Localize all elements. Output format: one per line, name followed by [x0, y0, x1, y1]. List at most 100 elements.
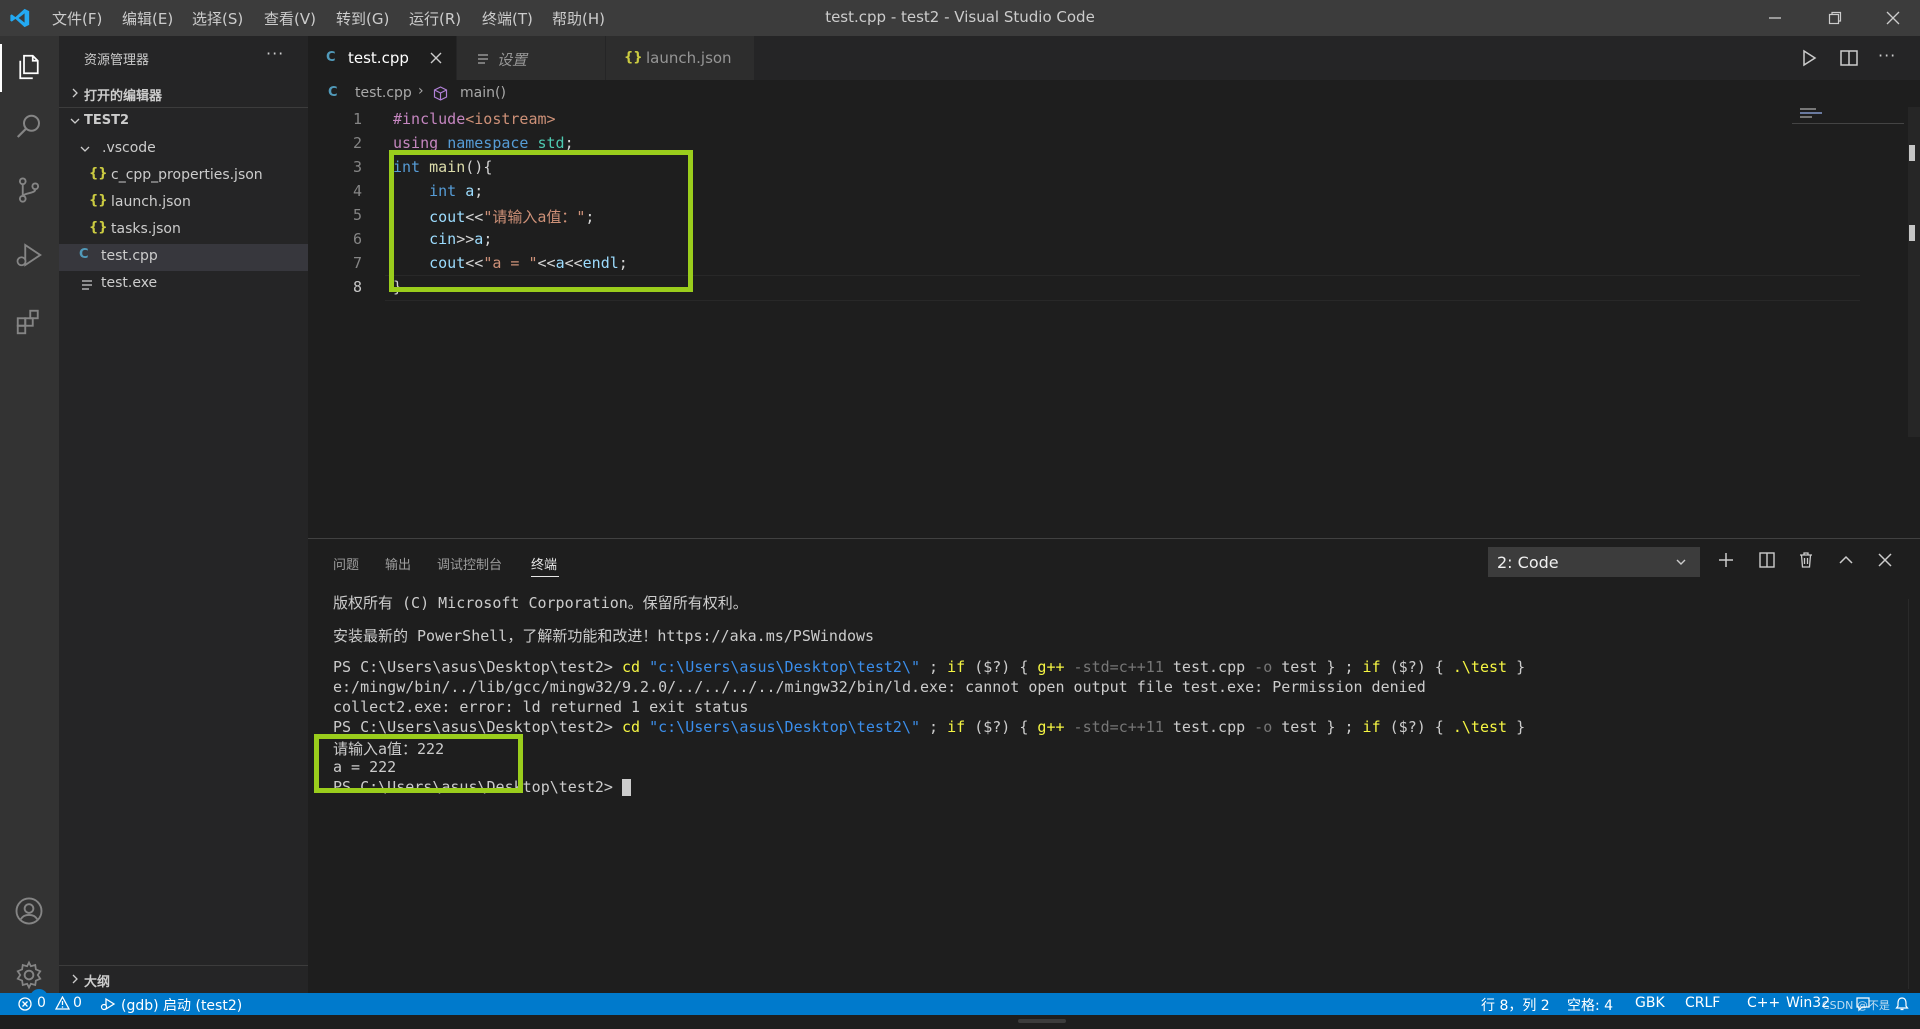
outline-section[interactable]: 大纲: [59, 966, 308, 993]
tree-item-c-cpp-properties[interactable]: {} c_cpp_properties.json: [59, 163, 308, 190]
terminal-line: PS C:\Users\asus\Desktop\test2> cd "c:\U…: [333, 658, 1526, 676]
folder-test2[interactable]: TEST2: [59, 108, 308, 135]
split-terminal-icon[interactable]: [1758, 551, 1776, 569]
tab-label: 设置: [497, 51, 528, 69]
run-icon[interactable]: [1799, 48, 1819, 68]
minimap[interactable]: [1792, 107, 1904, 127]
tab-launch-json[interactable]: {} launch.json: [606, 36, 755, 80]
encoding[interactable]: GBK: [1635, 995, 1665, 1011]
tab-label: launch.json: [646, 49, 732, 67]
line-number: 3: [352, 158, 362, 176]
terminal-select-value: 2: Code: [1497, 553, 1559, 572]
json-file-icon: {}: [89, 220, 108, 235]
tree-item-label: test.exe: [101, 275, 158, 291]
file-lines-icon: [82, 280, 92, 290]
chevron-down-icon: [1676, 559, 1686, 565]
search-button[interactable]: [10, 108, 48, 146]
cpp-file-icon: C: [328, 85, 338, 100]
close-tab-icon[interactable]: [430, 52, 442, 64]
indentation[interactable]: 空格: 4: [1567, 995, 1613, 1015]
breadcrumb: C test.cpp › main(): [308, 80, 1920, 107]
json-file-icon: {}: [89, 193, 108, 208]
more-actions-button[interactable]: ···: [266, 44, 284, 63]
line-number: 5: [352, 206, 362, 224]
minimize-button[interactable]: [1752, 0, 1798, 36]
tab-output[interactable]: 输出: [385, 554, 411, 573]
cpp-file-icon: C: [79, 247, 89, 262]
language-mode[interactable]: C++: [1747, 995, 1780, 1011]
chevron-up-icon[interactable]: [1837, 551, 1855, 569]
highlight-box-terminal: [314, 734, 523, 793]
outline-label: 大纲: [84, 975, 111, 990]
code-line: #include<iostream>: [393, 110, 556, 128]
error-count[interactable]: 0: [37, 995, 46, 1011]
restore-button[interactable]: [1812, 0, 1858, 36]
terminal-cursor: [621, 779, 631, 796]
debug-icon: [100, 997, 116, 1011]
open-editors-label: 打开的编辑器: [84, 89, 163, 104]
tree-item-test-cpp[interactable]: C test.cpp: [59, 244, 308, 271]
tree-item-label: tasks.json: [111, 221, 181, 237]
editor-scrollbar[interactable]: [1908, 107, 1920, 437]
tree-item-launch-json[interactable]: {} launch.json: [59, 190, 308, 217]
bottom-strip: [0, 1015, 1920, 1029]
debug-icon: [16, 243, 42, 267]
editor-tab-bar: C test.cpp 设置 {} launch.json ···: [308, 36, 1920, 80]
tree-item-tasks-json[interactable]: {} tasks.json: [59, 217, 308, 244]
tab-terminal[interactable]: 终端: [531, 554, 557, 573]
trash-icon[interactable]: [1797, 551, 1815, 569]
highlight-box-code: [389, 150, 693, 292]
line-number: 1: [352, 110, 362, 128]
activity-bar: 1: [0, 36, 59, 1007]
manage-button[interactable]: [10, 956, 48, 994]
split-editor-icon[interactable]: [1839, 48, 1859, 68]
source-control-icon: [18, 177, 40, 203]
tab-problems[interactable]: 问题: [333, 554, 359, 573]
active-indicator: [0, 44, 2, 92]
chevron-down-icon: [80, 146, 90, 152]
tab-settings[interactable]: 设置: [457, 36, 606, 80]
line-number: 7: [352, 254, 362, 272]
debug-config[interactable]: (gdb) 启动 (test2): [121, 995, 242, 1015]
error-icon: [18, 997, 32, 1011]
tab-test-cpp[interactable]: C test.cpp: [308, 36, 457, 80]
restore-icon: [1828, 11, 1842, 25]
plus-icon[interactable]: [1717, 551, 1735, 569]
explorer-sidebar: 资源管理器 ··· 打开的编辑器 TEST2 .vscode {} c_cpp_…: [59, 36, 308, 993]
source-control-button[interactable]: [10, 171, 48, 209]
tree-item-label: launch.json: [111, 194, 191, 210]
tab-debug-console[interactable]: 调试控制台: [437, 554, 502, 573]
active-tab-underline: [531, 576, 559, 577]
folder-label: TEST2: [84, 113, 130, 128]
accounts-button[interactable]: [10, 892, 48, 930]
tree-item-label: test.cpp: [101, 248, 158, 264]
warning-count[interactable]: 0: [73, 995, 82, 1011]
tree-item-vscode[interactable]: .vscode: [59, 136, 308, 163]
json-file-icon: {}: [89, 166, 108, 181]
breadcrumb-symbol[interactable]: main(): [460, 85, 506, 101]
cursor-position[interactable]: 行 8，列 2: [1481, 995, 1550, 1015]
extensions-button[interactable]: [10, 303, 48, 341]
terminal-line: e:/mingw/bin/../lib/gcc/mingw32/9.2.0/..…: [333, 678, 1426, 696]
bell-icon[interactable]: [1894, 996, 1910, 1012]
title-bar: 文件(F) 编辑(E) 选择(S) 查看(V) 转到(G) 运行(R) 终端(T…: [0, 0, 1920, 36]
chevron-right-icon: [72, 974, 78, 984]
explorer-title: 资源管理器: [84, 53, 150, 68]
terminal-line: 安装最新的 PowerShell，了解新功能和改进！https://aka.ms…: [333, 627, 875, 645]
terminal-output[interactable]: 版权所有 (C) Microsoft Corporation。保留所有权利。 安…: [308, 589, 1908, 989]
more-actions-icon[interactable]: ···: [1878, 46, 1896, 65]
terminal-scrollbar[interactable]: [1908, 599, 1920, 989]
close-window-button[interactable]: [1870, 0, 1916, 36]
breadcrumb-separator-icon: ›: [418, 83, 424, 99]
watermark: CSDN @不是: [1822, 999, 1890, 1012]
tree-item-test-exe[interactable]: test.exe: [59, 271, 308, 298]
tree-item-label: c_cpp_properties.json: [111, 167, 263, 183]
line-ending[interactable]: CRLF: [1685, 995, 1720, 1011]
close-panel-icon[interactable]: [1876, 551, 1894, 569]
run-debug-button[interactable]: [10, 236, 48, 274]
json-file-icon: {}: [624, 50, 643, 65]
breadcrumb-file[interactable]: test.cpp: [355, 85, 412, 101]
explorer-button[interactable]: [10, 48, 48, 86]
terminal-select[interactable]: 2: Code: [1488, 547, 1700, 577]
open-editors-section[interactable]: 打开的编辑器: [59, 80, 308, 107]
